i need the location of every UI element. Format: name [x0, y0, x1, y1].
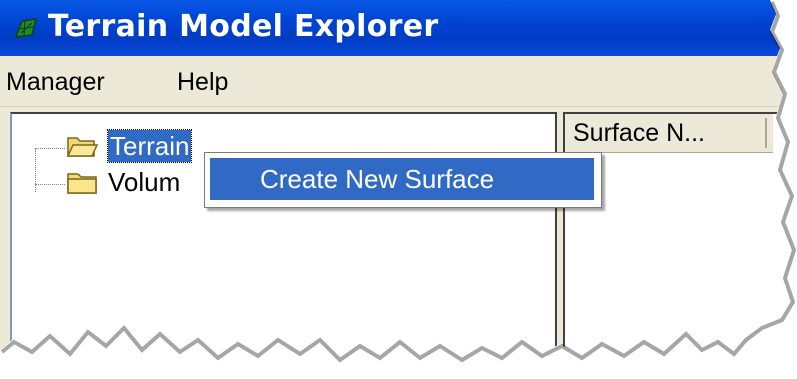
tree-item-terrain[interactable]: Terrain: [106, 129, 193, 163]
window-title: Terrain Model Explorer: [48, 9, 439, 44]
column-separator[interactable]: [765, 118, 767, 148]
menu-manager[interactable]: Manager: [6, 68, 105, 97]
menu-item-create-new-surface[interactable]: Create New Surface: [210, 158, 594, 200]
tree-connector: [35, 184, 65, 185]
terrain-icon: [14, 18, 37, 38]
context-menu: Create New Surface: [204, 152, 602, 208]
folder-icon: [67, 173, 97, 194]
terrain-model-explorer-window: Terrain Model Explorer Manager Help Terr…: [0, 0, 792, 358]
menu-bar: Manager Help: [0, 56, 792, 107]
menu-help[interactable]: Help: [177, 68, 228, 97]
folder-open-icon: [66, 137, 98, 157]
title-bar[interactable]: Terrain Model Explorer: [0, 0, 792, 56]
tree-connector: [35, 148, 65, 149]
tree-connector: [35, 148, 36, 192]
tree-item-volumes[interactable]: Volum: [106, 166, 182, 198]
column-header-surface-name[interactable]: Surface N...: [565, 114, 773, 153]
